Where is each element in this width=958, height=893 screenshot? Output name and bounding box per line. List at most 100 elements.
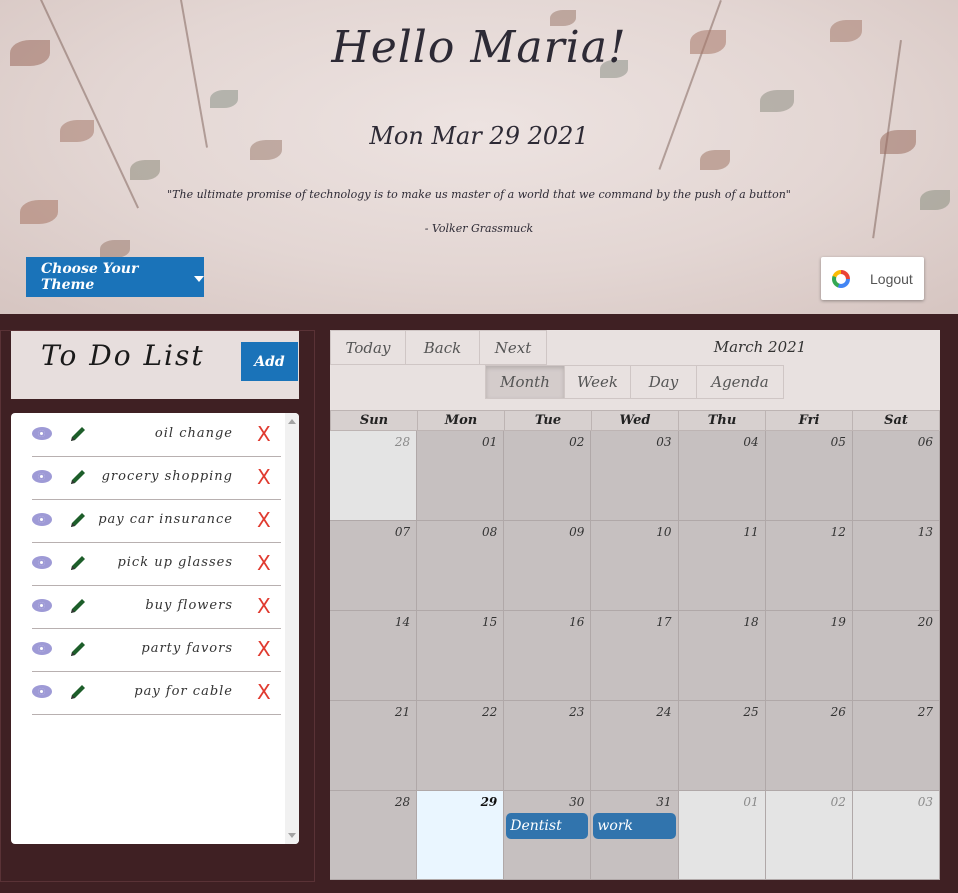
choose-theme-button[interactable]: Choose Your Theme xyxy=(26,257,204,297)
pencil-icon[interactable] xyxy=(68,639,88,659)
day-cell[interactable]: 02 xyxy=(504,431,592,521)
leaf-decoration xyxy=(20,200,58,224)
day-cell[interactable]: 16 xyxy=(504,611,592,701)
day-number: 18 xyxy=(743,615,759,629)
delete-icon[interactable]: X xyxy=(257,637,271,661)
eye-icon[interactable] xyxy=(32,513,52,526)
day-number: 30 xyxy=(569,795,585,809)
day-cell[interactable]: 15 xyxy=(417,611,505,701)
day-cell[interactable]: 26 xyxy=(765,701,853,791)
day-cell[interactable]: 20 xyxy=(852,611,940,701)
week-view-button[interactable]: Week xyxy=(564,365,631,399)
pencil-icon[interactable] xyxy=(68,682,88,702)
today-button[interactable]: Today xyxy=(330,330,406,365)
agenda-view-button[interactable]: Agenda xyxy=(696,365,784,399)
add-todo-button[interactable]: Add xyxy=(241,342,298,381)
eye-icon[interactable] xyxy=(32,470,52,483)
day-cell[interactable]: 31 work xyxy=(591,791,679,880)
day-number: 10 xyxy=(656,525,672,539)
day-cell[interactable]: 12 xyxy=(765,521,853,611)
day-cell[interactable]: 27 xyxy=(852,701,940,791)
pencil-icon[interactable] xyxy=(68,553,88,573)
day-number: 13 xyxy=(917,525,933,539)
day-cell[interactable]: 05 xyxy=(765,431,853,521)
day-cell[interactable]: 03 xyxy=(591,431,679,521)
weekday-label: Tue xyxy=(505,411,592,430)
delete-icon[interactable]: X xyxy=(257,465,271,489)
logout-button[interactable]: Logout xyxy=(821,257,924,300)
day-cell[interactable]: 09 xyxy=(504,521,592,611)
google-icon xyxy=(832,269,850,288)
weekday-label: Sat xyxy=(884,413,908,428)
day-cell[interactable]: 01 xyxy=(417,431,505,521)
todo-item: party favors X xyxy=(32,629,281,672)
day-cell[interactable]: 28 xyxy=(330,431,418,521)
eye-icon[interactable] xyxy=(32,685,52,698)
eye-icon[interactable] xyxy=(32,427,52,440)
day-cell[interactable]: 06 xyxy=(852,431,940,521)
day-cell[interactable]: 17 xyxy=(591,611,679,701)
delete-icon[interactable]: X xyxy=(257,422,271,446)
todo-scrollbar[interactable] xyxy=(285,413,299,844)
calendar: Today Back Next March 2021 Month Week Da… xyxy=(330,330,940,880)
today-cell[interactable]: 29 xyxy=(417,791,505,880)
day-cell[interactable]: 10 xyxy=(591,521,679,611)
week-row: 21 22 23 24 25 26 27 xyxy=(330,701,940,791)
day-cell[interactable]: 23 xyxy=(504,701,592,791)
day-number: 20 xyxy=(917,615,933,629)
todo-item: grocery shopping X xyxy=(32,457,281,500)
pencil-icon[interactable] xyxy=(68,596,88,616)
pencil-icon[interactable] xyxy=(68,424,88,444)
day-cell[interactable]: 24 xyxy=(591,701,679,791)
todo-item-label: party favors xyxy=(141,641,233,656)
day-number: 09 xyxy=(569,525,585,539)
delete-icon[interactable]: X xyxy=(257,594,271,618)
weekday-label: Wed xyxy=(592,411,679,430)
day-cell[interactable]: 02 xyxy=(765,791,853,880)
weekday-label: Fri xyxy=(766,411,853,430)
header-banner: Hello Maria! Mon Mar 29 2021 "The ultima… xyxy=(0,0,958,314)
eye-icon[interactable] xyxy=(32,556,52,569)
todo-item-label: grocery shopping xyxy=(101,469,233,484)
day-number: 03 xyxy=(917,795,933,809)
todo-item: pay for cable X xyxy=(32,672,281,715)
scroll-down-icon[interactable] xyxy=(288,833,296,838)
day-number: 17 xyxy=(656,615,672,629)
week-row: 28 01 02 03 04 05 06 xyxy=(330,431,940,521)
day-cell[interactable]: 21 xyxy=(330,701,418,791)
day-cell[interactable]: 04 xyxy=(678,431,766,521)
day-cell[interactable]: 01 xyxy=(678,791,766,880)
day-number: 22 xyxy=(482,705,498,719)
day-cell[interactable]: 03 xyxy=(852,791,940,880)
pencil-icon[interactable] xyxy=(68,467,88,487)
day-cell[interactable]: 08 xyxy=(417,521,505,611)
todo-list: oil change X grocery shopping X pay car … xyxy=(11,413,299,844)
day-cell[interactable]: 22 xyxy=(417,701,505,791)
month-view-button[interactable]: Month xyxy=(485,365,565,399)
calendar-event[interactable]: work xyxy=(593,813,676,839)
day-cell[interactable]: 25 xyxy=(678,701,766,791)
day-cell[interactable]: 14 xyxy=(330,611,418,701)
day-cell[interactable]: 18 xyxy=(678,611,766,701)
back-button[interactable]: Back xyxy=(405,330,480,365)
leaf-decoration xyxy=(130,160,160,180)
pencil-icon[interactable] xyxy=(68,510,88,530)
day-cell[interactable]: 28 xyxy=(330,791,418,880)
day-cell[interactable]: 11 xyxy=(678,521,766,611)
scroll-up-icon[interactable] xyxy=(288,419,296,424)
day-view-button[interactable]: Day xyxy=(630,365,697,399)
day-cell[interactable]: 19 xyxy=(765,611,853,701)
day-cell[interactable]: 30 Dentist xyxy=(504,791,592,880)
eye-icon[interactable] xyxy=(32,599,52,612)
day-cell[interactable]: 13 xyxy=(852,521,940,611)
eye-icon[interactable] xyxy=(32,642,52,655)
delete-icon[interactable]: X xyxy=(257,680,271,704)
delete-icon[interactable]: X xyxy=(257,551,271,575)
leaf-decoration xyxy=(760,90,794,112)
next-button[interactable]: Next xyxy=(479,330,547,365)
delete-icon[interactable]: X xyxy=(257,508,271,532)
todo-item-label: buy flowers xyxy=(145,598,233,613)
calendar-event[interactable]: Dentist xyxy=(506,813,589,839)
day-cell[interactable]: 07 xyxy=(330,521,418,611)
day-number: 31 xyxy=(656,795,672,809)
